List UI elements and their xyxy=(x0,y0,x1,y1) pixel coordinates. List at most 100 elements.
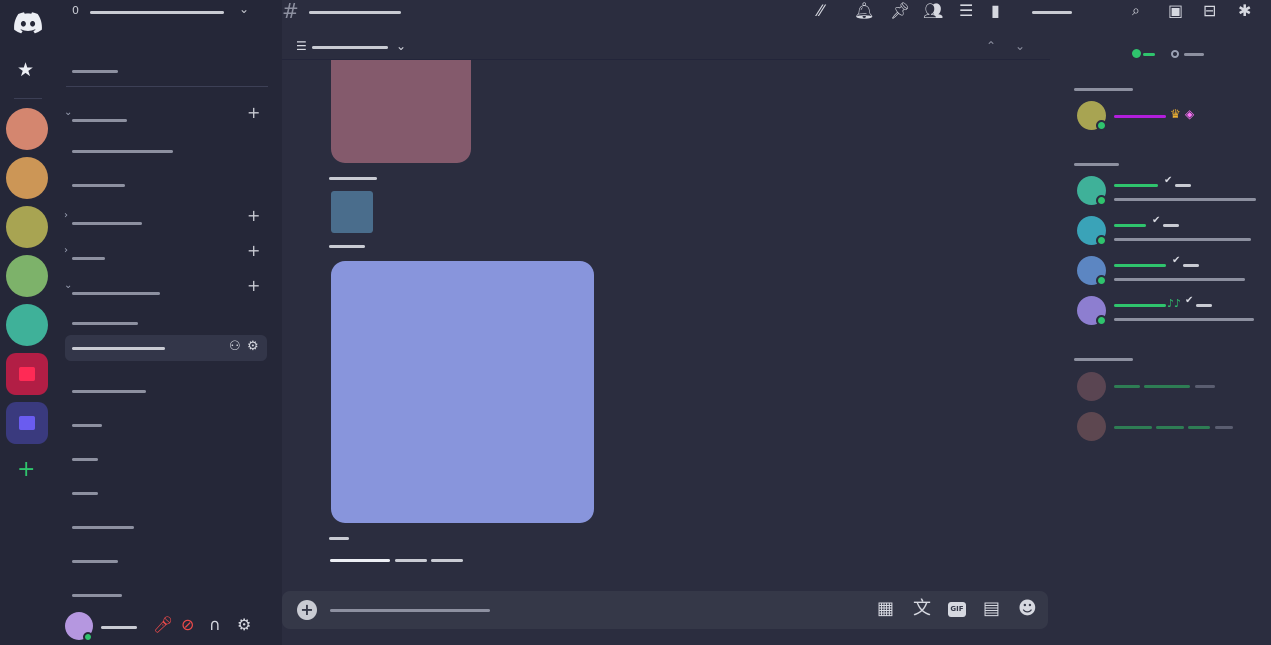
channel-sidebar: 0 ⌄ ⌄ + › + › + ⌄ + ⚇ ⚙ 🎤︎ ⊘ ∩ ⚙ xyxy=(56,0,282,645)
gear-icon[interactable]: ⚙ xyxy=(247,339,259,354)
category-header[interactable]: › + xyxy=(64,241,260,264)
image-attachment[interactable] xyxy=(331,191,373,233)
bug-icon[interactable]: ✱ xyxy=(1238,3,1251,19)
inbox-icon[interactable]: ▣ xyxy=(1168,3,1183,19)
add-server-plus-icon[interactable]: + xyxy=(17,459,35,481)
chevron-down-icon: ⌄ xyxy=(64,280,73,291)
translate-icon[interactable]: 文 xyxy=(913,600,931,618)
server-icon-4[interactable] xyxy=(6,255,48,297)
search-input[interactable] xyxy=(1032,11,1072,14)
verified-badge-icon: ✔ xyxy=(1164,175,1173,186)
channel-item[interactable] xyxy=(72,61,118,77)
composer-placeholder xyxy=(330,609,490,612)
members-icon[interactable]: 👥︎ xyxy=(923,3,943,19)
verified-badge-icon: ✔ xyxy=(1185,295,1194,306)
role-header xyxy=(1074,88,1133,91)
member-item[interactable]: ✔ xyxy=(1077,175,1267,206)
avatar xyxy=(1077,372,1106,401)
channel-hash-icon: # xyxy=(282,0,299,23)
member-item[interactable] xyxy=(1077,372,1267,402)
channel-item[interactable] xyxy=(72,141,173,157)
chevron-down-icon[interactable]: ⌄ xyxy=(1015,39,1025,53)
member-item[interactable]: ✔ xyxy=(1077,215,1267,246)
discord-logo-icon xyxy=(14,12,42,34)
channel-topbar: # ⁄⁄ 🔔︎ 📌︎ 👥︎ ☰ ▮ ⌕ ▣ ⊟ ✱ xyxy=(282,0,1271,26)
deafen-icon[interactable]: ⊘ xyxy=(181,617,194,633)
chevron-down-icon[interactable]: ⌄ xyxy=(239,2,249,16)
discord-home-button[interactable] xyxy=(14,12,42,34)
message-composer[interactable]: + ▦ 文 GIF ▤ ☻ xyxy=(282,591,1048,629)
online-status-dot xyxy=(1096,275,1107,286)
rail-separator xyxy=(14,98,42,99)
channel-item[interactable] xyxy=(72,449,98,465)
server-icon-2[interactable] xyxy=(6,157,48,199)
member-item[interactable]: ✔ xyxy=(1077,255,1267,286)
category-header[interactable]: ⌄ + xyxy=(64,276,260,299)
verified-badge-icon: ✔ xyxy=(1172,255,1181,266)
online-status-dot xyxy=(1096,195,1107,206)
folder-icon xyxy=(19,367,35,381)
emoji-icon[interactable]: ☻ xyxy=(1018,600,1037,618)
threads-icon[interactable]: ⁄⁄ xyxy=(818,3,823,19)
server-icon-1[interactable] xyxy=(6,108,48,150)
member-list: ♛ ◈ ✔ ✔ ✔ ♪♪ ✔ xyxy=(1050,26,1271,645)
headphones-icon[interactable]: ∩ xyxy=(209,617,221,633)
add-channel-plus-icon[interactable]: + xyxy=(247,206,260,225)
add-channel-plus-icon[interactable]: + xyxy=(247,276,260,295)
channel-item[interactable] xyxy=(72,313,138,329)
settings-gear-icon[interactable]: ⚙ xyxy=(237,617,251,633)
search-icon[interactable]: ⌕ xyxy=(1132,3,1140,19)
crown-icon: ♛ xyxy=(1170,107,1181,121)
thread-title xyxy=(312,46,388,49)
gif-icon[interactable]: GIF xyxy=(948,602,966,617)
chevron-up-icon[interactable]: ⌃ xyxy=(986,39,996,53)
add-user-icon[interactable]: ⚇ xyxy=(229,339,241,354)
member-item[interactable] xyxy=(1077,412,1267,442)
online-status-dot xyxy=(1096,235,1107,246)
server-header[interactable]: 0 ⌄ xyxy=(56,0,282,24)
member-item[interactable]: ♛ ◈ xyxy=(1077,101,1267,131)
role-header xyxy=(1074,358,1133,361)
image-attachment[interactable] xyxy=(331,60,471,163)
category-header[interactable]: ⌄ + xyxy=(64,103,260,126)
add-channel-plus-icon[interactable]: + xyxy=(247,241,260,260)
channel-item[interactable] xyxy=(72,551,118,567)
image-attachment[interactable] xyxy=(331,261,594,523)
offline-status-icon xyxy=(1171,50,1179,58)
server-folder-blue[interactable] xyxy=(6,402,48,444)
server-icon-5[interactable] xyxy=(6,304,48,346)
calendar-icon[interactable]: ▦ xyxy=(877,600,894,618)
server-count: 0 xyxy=(72,4,79,17)
selected-channel[interactable]: ⚇ ⚙ xyxy=(65,335,267,361)
channel-item[interactable] xyxy=(72,381,146,397)
toolbox-icon[interactable]: ⊟ xyxy=(1203,3,1216,19)
add-attachment-icon[interactable]: + xyxy=(297,600,317,620)
online-status-dot xyxy=(1096,120,1107,131)
sticker-icon[interactable]: ▤ xyxy=(983,600,1000,618)
chevron-down-icon[interactable]: ⌄ xyxy=(396,39,406,53)
boost-icon: ◈ xyxy=(1185,107,1195,121)
message-text xyxy=(431,559,463,562)
user-panel: 🎤︎ ⊘ ∩ ⚙ xyxy=(56,608,282,645)
channel-item[interactable] xyxy=(72,415,102,431)
mute-icon[interactable]: 🎤︎ xyxy=(153,617,173,633)
category-header[interactable]: › + xyxy=(64,206,260,229)
notification-bell-icon[interactable]: 🔔︎ xyxy=(854,3,874,19)
channel-item[interactable] xyxy=(72,585,122,601)
online-status-icon xyxy=(1132,49,1141,58)
channel-item[interactable] xyxy=(72,175,125,191)
add-channel-plus-icon[interactable]: + xyxy=(247,103,260,122)
server-name xyxy=(90,11,224,14)
channel-item[interactable] xyxy=(72,517,134,533)
channel-item[interactable] xyxy=(72,483,98,499)
server-icon-3[interactable] xyxy=(6,206,48,248)
member-item[interactable]: ♪♪ ✔ xyxy=(1077,295,1267,326)
forum-icon[interactable]: ☰ xyxy=(959,3,973,19)
attachment-caption xyxy=(329,537,349,540)
favorites-star-icon[interactable]: ★ xyxy=(17,60,34,80)
chevron-right-icon: › xyxy=(64,210,68,221)
pin-icon[interactable]: 📌︎ xyxy=(890,3,910,19)
server-folder-red[interactable] xyxy=(6,353,48,395)
book-icon[interactable]: ▮ xyxy=(991,3,1000,19)
channel-title xyxy=(309,11,401,14)
